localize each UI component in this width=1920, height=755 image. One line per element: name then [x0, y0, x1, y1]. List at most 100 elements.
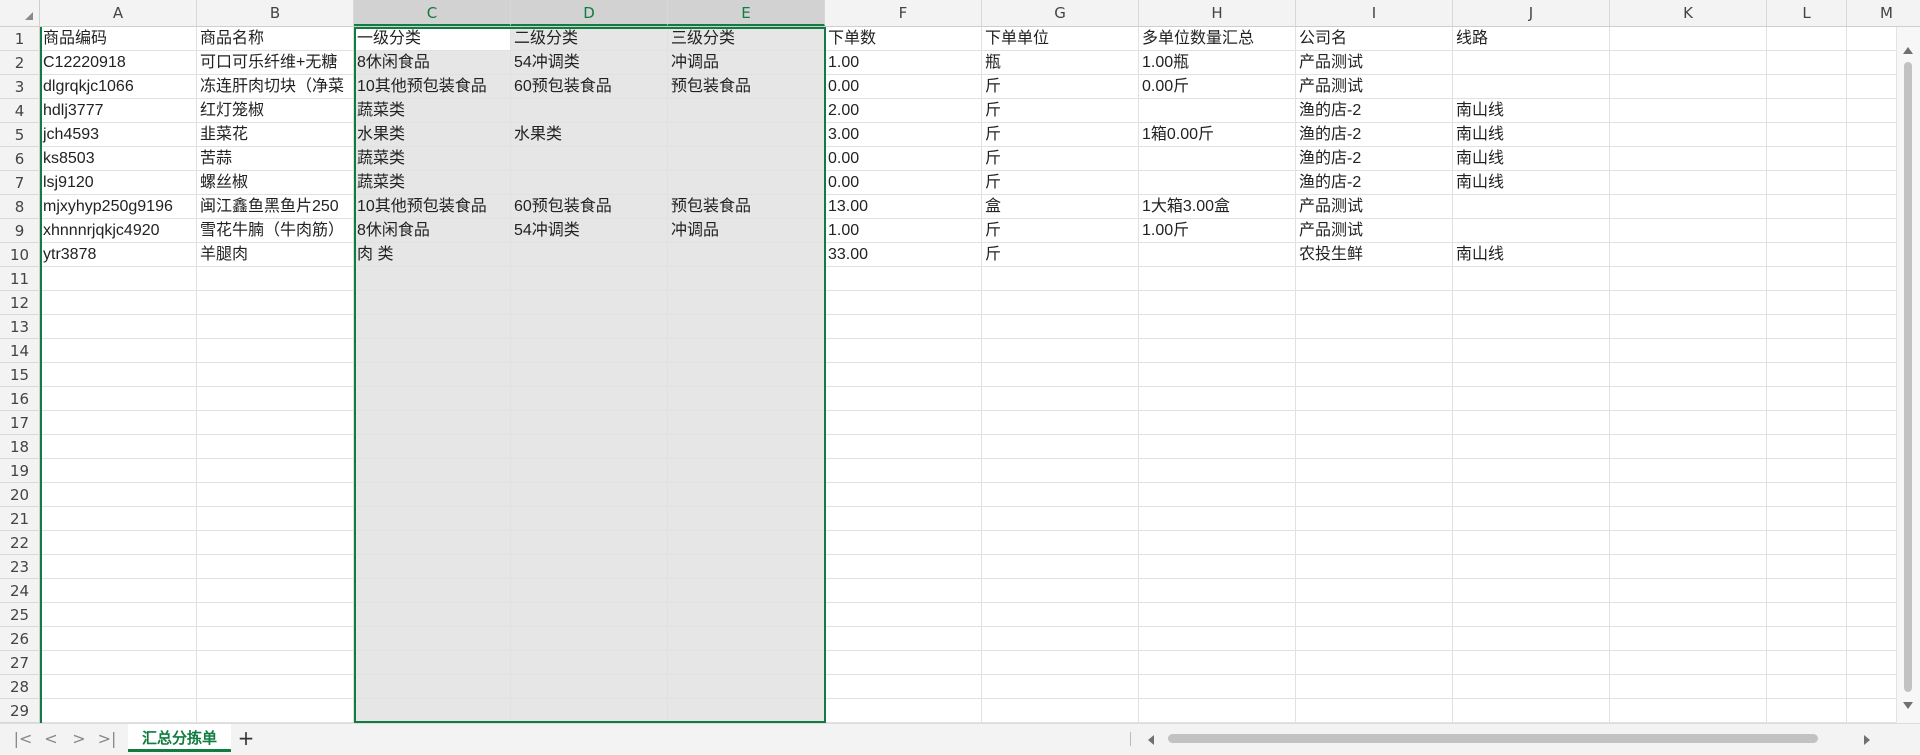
cell-f5[interactable]: 3.00 [825, 123, 982, 147]
cell-g1[interactable]: 下单单位 [982, 27, 1139, 51]
column-header-b[interactable]: B [197, 0, 354, 26]
cell-f8[interactable]: 13.00 [825, 195, 982, 219]
row-header-2[interactable]: 2 [0, 51, 39, 75]
row-header-26[interactable]: 26 [0, 627, 39, 651]
cell-f7[interactable]: 0.00 [825, 171, 982, 195]
cell-a7[interactable]: lsj9120 [40, 171, 197, 195]
cell-g9[interactable]: 斤 [982, 219, 1139, 243]
cell-f1[interactable]: 下单数 [825, 27, 982, 51]
cell-g8[interactable]: 盒 [982, 195, 1139, 219]
row-header-7[interactable]: 7 [0, 171, 39, 195]
cell-h2[interactable]: 1.00瓶 [1139, 51, 1296, 75]
column-header-g[interactable]: G [982, 0, 1139, 26]
column-header-c[interactable]: C [354, 0, 511, 26]
cell-g7[interactable]: 斤 [982, 171, 1139, 195]
row-header-18[interactable]: 18 [0, 435, 39, 459]
prev-sheet-button[interactable]: < [40, 729, 62, 749]
cell-h8[interactable]: 1大箱3.00盒 [1139, 195, 1296, 219]
cell-i5[interactable]: 渔的店-2 [1296, 123, 1453, 147]
row-header-25[interactable]: 25 [0, 603, 39, 627]
scroll-right-icon[interactable] [1864, 735, 1870, 745]
add-sheet-button[interactable]: + [235, 727, 257, 749]
row-header-20[interactable]: 20 [0, 483, 39, 507]
row-header-16[interactable]: 16 [0, 387, 39, 411]
row-header-23[interactable]: 23 [0, 555, 39, 579]
cell-g5[interactable]: 斤 [982, 123, 1139, 147]
column-header-i[interactable]: I [1296, 0, 1453, 26]
cell-f3[interactable]: 0.00 [825, 75, 982, 99]
row-header-21[interactable]: 21 [0, 507, 39, 531]
cell-grid[interactable]: 商品编码 商品名称 一级分类 二级分类 三级分类 下单数 下单单位 多单位数量汇总 公司名 线路 C… [40, 27, 1896, 723]
cell-i10[interactable]: 农投生鲜 [1296, 243, 1453, 267]
cell-a3[interactable]: dlgrqkjc1066 [40, 75, 197, 99]
cell-b4[interactable]: 红灯笼椒 [197, 99, 354, 123]
last-sheet-button[interactable]: >| [96, 729, 118, 749]
cell-f4[interactable]: 2.00 [825, 99, 982, 123]
row-header-15[interactable]: 15 [0, 363, 39, 387]
column-header-h[interactable]: H [1139, 0, 1296, 26]
row-header-22[interactable]: 22 [0, 531, 39, 555]
horizontal-scrollbar[interactable] [1135, 730, 1890, 748]
row-header-1[interactable]: 1 [0, 27, 39, 51]
cell-b1[interactable]: 商品名称 [197, 27, 354, 51]
cell-a4[interactable]: hdlj3777 [40, 99, 197, 123]
vertical-scroll-thumb[interactable] [1904, 62, 1912, 692]
cell-b6[interactable]: 苦蒜 [197, 147, 354, 171]
cell-f2[interactable]: 1.00 [825, 51, 982, 75]
cell-g4[interactable]: 斤 [982, 99, 1139, 123]
row-header-8[interactable]: 8 [0, 195, 39, 219]
cell-i9[interactable]: 产品测试 [1296, 219, 1453, 243]
row-header-4[interactable]: 4 [0, 99, 39, 123]
column-header-d[interactable]: D [511, 0, 668, 26]
cell-i1[interactable]: 公司名 [1296, 27, 1453, 51]
cell-i6[interactable]: 渔的店-2 [1296, 147, 1453, 171]
vertical-scrollbar[interactable] [1896, 27, 1920, 723]
cell-b2[interactable]: 可口可乐纤维+无糖 [197, 51, 354, 75]
row-header-13[interactable]: 13 [0, 315, 39, 339]
cell-h5[interactable]: 1箱0.00斤 [1139, 123, 1296, 147]
cell-h1[interactable]: 多单位数量汇总 [1139, 27, 1296, 51]
cell-j7[interactable]: 南山线 [1453, 171, 1610, 195]
row-header-28[interactable]: 28 [0, 675, 39, 699]
column-header-f[interactable]: F [825, 0, 982, 26]
cell-j1[interactable]: 线路 [1453, 27, 1610, 51]
cell-g2[interactable]: 瓶 [982, 51, 1139, 75]
row-header-5[interactable]: 5 [0, 123, 39, 147]
row-header-14[interactable]: 14 [0, 339, 39, 363]
scroll-down-icon[interactable] [1903, 702, 1913, 709]
cell-b8[interactable]: 闽江鑫鱼黑鱼片250 [197, 195, 354, 219]
cell-b9[interactable]: 雪花牛腩（牛肉筋） [197, 219, 354, 243]
sheet-tab-summary[interactable]: 汇总分拣单 [128, 724, 232, 752]
row-header-10[interactable]: 10 [0, 243, 39, 267]
cell-a10[interactable]: ytr3878 [40, 243, 197, 267]
horizontal-scroll-thumb[interactable] [1168, 734, 1818, 743]
cell-g3[interactable]: 斤 [982, 75, 1139, 99]
cell-j4[interactable]: 南山线 [1453, 99, 1610, 123]
cell-a6[interactable]: ks8503 [40, 147, 197, 171]
cell-i2[interactable]: 产品测试 [1296, 51, 1453, 75]
row-header-12[interactable]: 12 [0, 291, 39, 315]
cell-i3[interactable]: 产品测试 [1296, 75, 1453, 99]
cell-a2[interactable]: C12220918 [40, 51, 197, 75]
row-header-29[interactable]: 29 [0, 699, 39, 723]
row-header-17[interactable]: 17 [0, 411, 39, 435]
cell-i7[interactable]: 渔的店-2 [1296, 171, 1453, 195]
cell-b7[interactable]: 螺丝椒 [197, 171, 354, 195]
row-header-19[interactable]: 19 [0, 459, 39, 483]
cell-a9[interactable]: xhnnnrjqkjc4920 [40, 219, 197, 243]
cell-h9[interactable]: 1.00斤 [1139, 219, 1296, 243]
column-header-k[interactable]: K [1610, 0, 1767, 26]
column-header-m[interactable]: M [1847, 0, 1920, 26]
cell-b10[interactable]: 羊腿肉 [197, 243, 354, 267]
cell-i4[interactable]: 渔的店-2 [1296, 99, 1453, 123]
row-header-11[interactable]: 11 [0, 267, 39, 291]
cell-g6[interactable]: 斤 [982, 147, 1139, 171]
column-header-l[interactable]: L [1767, 0, 1847, 26]
column-header-a[interactable]: A [40, 0, 197, 26]
first-sheet-button[interactable]: |< [12, 729, 34, 749]
cell-f9[interactable]: 1.00 [825, 219, 982, 243]
cell-g10[interactable]: 斤 [982, 243, 1139, 267]
next-sheet-button[interactable]: > [68, 729, 90, 749]
scroll-left-icon[interactable] [1148, 735, 1154, 745]
cell-j5[interactable]: 南山线 [1453, 123, 1610, 147]
